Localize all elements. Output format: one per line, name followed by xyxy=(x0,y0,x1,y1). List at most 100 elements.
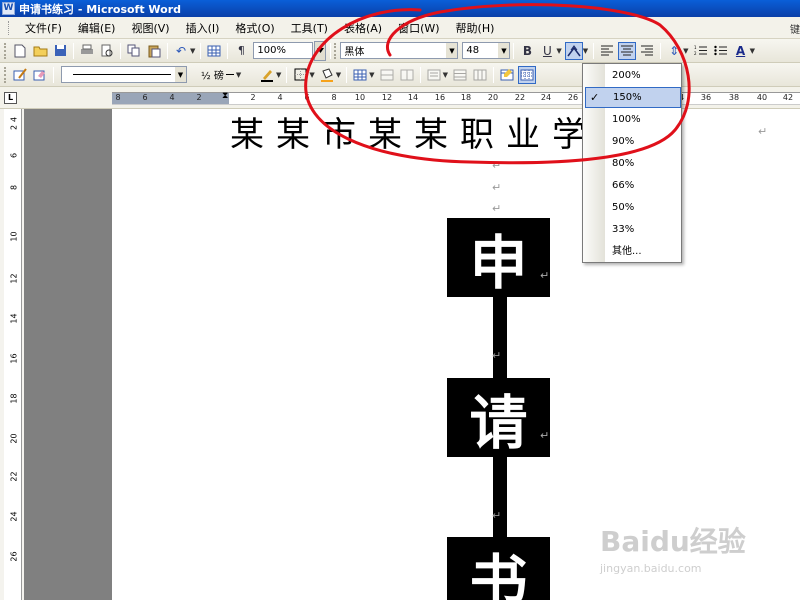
print-icon[interactable] xyxy=(78,42,96,60)
toolbar-grip-icon[interactable] xyxy=(4,42,7,59)
paragraph-mark: ↵ xyxy=(540,269,550,282)
menu-insert[interactable]: 插入(I) xyxy=(178,20,228,36)
line-spacing-dropdown-icon[interactable]: ▼ xyxy=(683,47,688,55)
align-cell-icon[interactable] xyxy=(425,66,443,84)
title-char-box[interactable]: 书 xyxy=(447,537,550,600)
title-char-box[interactable]: 申 xyxy=(447,218,550,297)
font-name-combo[interactable]: 黑体 ▼ xyxy=(340,42,459,59)
zoom-dropdown-button[interactable] xyxy=(314,40,327,61)
underline-button[interactable]: U xyxy=(538,42,556,60)
zoom-option-66[interactable]: 66% xyxy=(585,175,681,196)
line-weight-combo[interactable]: ½ 磅 ▼ xyxy=(201,67,257,83)
title-char-box[interactable]: 请 xyxy=(447,378,550,457)
bullets-icon[interactable] xyxy=(712,42,730,60)
zoom-option-200[interactable]: 200% xyxy=(585,65,681,86)
paste-icon[interactable] xyxy=(145,42,163,60)
border-color-icon[interactable] xyxy=(258,66,276,84)
split-cells-icon[interactable] xyxy=(398,66,416,84)
zoom-option-90[interactable]: 90% xyxy=(585,131,681,152)
chevron-down-icon[interactable]: ▼ xyxy=(446,43,458,58)
ruler-tick: 20 xyxy=(9,433,19,444)
line-weight-dash xyxy=(225,74,234,75)
svg-text:2: 2 xyxy=(694,51,697,56)
ruler-tick: 10 xyxy=(354,93,366,102)
menu-window[interactable]: 窗口(W) xyxy=(390,20,447,36)
ruler-tick: 20 xyxy=(487,93,499,102)
zoom-option-50[interactable]: 50% xyxy=(585,197,681,218)
toolbar-grip-icon[interactable] xyxy=(4,66,7,83)
ruler-tick: 14 xyxy=(9,313,19,324)
chevron-down-icon[interactable]: ▼ xyxy=(498,43,510,58)
zoom-option-80[interactable]: 80% xyxy=(585,153,681,174)
insert-table-icon[interactable] xyxy=(351,66,369,84)
bold-button[interactable]: B xyxy=(518,42,536,60)
ruler-tick: 6 xyxy=(9,152,19,159)
horizontal-ruler[interactable]: 8 6 4 2 ⧗ 2 4 6 8 10 12 14 16 18 20 22 2… xyxy=(112,91,800,105)
word-app-icon: W xyxy=(2,2,15,15)
menu-format[interactable]: 格式(O) xyxy=(227,20,282,36)
zoom-option-33[interactable]: 33% xyxy=(585,219,681,240)
menu-help[interactable]: 帮助(H) xyxy=(448,20,503,36)
line-spacing-icon[interactable]: ⇕ xyxy=(665,42,683,60)
eraser-icon[interactable] xyxy=(31,66,49,84)
menu-view[interactable]: 视图(V) xyxy=(123,20,177,36)
underline-dropdown-icon[interactable]: ▼ xyxy=(556,47,561,55)
chevron-down-icon[interactable]: ▼ xyxy=(175,67,186,82)
zoom-option-150[interactable]: ✓ 150% xyxy=(585,87,681,108)
border-color-dropdown-icon[interactable]: ▼ xyxy=(276,71,281,79)
align-center-icon[interactable] xyxy=(618,41,637,60)
chevron-down-icon[interactable]: ▼ xyxy=(236,71,241,79)
line-style-combo[interactable]: ▼ xyxy=(61,66,187,83)
insert-table-icon[interactable] xyxy=(205,42,223,60)
align-right-icon[interactable] xyxy=(638,42,656,60)
toolbar-grip-icon[interactable] xyxy=(334,42,337,59)
toolbar-grip-icon[interactable] xyxy=(8,20,11,35)
title-bar: W 申请书练习 - Microsoft Word xyxy=(0,0,800,17)
align-left-icon[interactable] xyxy=(598,42,616,60)
undo-dropdown-icon[interactable]: ▼ xyxy=(190,47,195,55)
ruler-tick: 6 xyxy=(142,93,148,102)
ruler-tick: 18 xyxy=(9,393,19,404)
border-dropdown-icon[interactable]: ▼ xyxy=(309,71,314,79)
ruler-tick: 24 xyxy=(540,93,552,102)
shading-dropdown-icon[interactable]: ▼ xyxy=(336,71,341,79)
new-document-icon[interactable] xyxy=(11,42,29,60)
outside-border-icon[interactable] xyxy=(291,66,309,84)
insert-table-dropdown-icon[interactable]: ▼ xyxy=(369,71,374,79)
menu-table[interactable]: 表格(A) xyxy=(336,20,390,36)
font-color-dropdown-icon[interactable]: ▼ xyxy=(750,47,755,55)
undo-icon[interactable]: ↶ xyxy=(172,42,190,60)
open-folder-icon[interactable] xyxy=(31,42,49,60)
distribute-rows-icon[interactable] xyxy=(451,66,469,84)
align-cell-dropdown-icon[interactable]: ▼ xyxy=(443,71,448,79)
print-preview-icon[interactable] xyxy=(98,42,116,60)
zoom-combo[interactable]: 100% xyxy=(253,42,314,59)
font-color-icon[interactable]: A xyxy=(732,42,750,60)
zoom-option-label: 66% xyxy=(612,180,635,191)
tab-selector-icon[interactable]: L xyxy=(4,92,17,104)
save-icon[interactable] xyxy=(51,42,69,60)
show-formatting-icon[interactable]: ¶ xyxy=(232,42,250,60)
vertical-ruler[interactable]: 4 2 6 8 10 12 14 16 18 20 22 24 26 xyxy=(4,109,22,600)
drawing-tool-icon[interactable] xyxy=(564,41,583,60)
ruler-tick: 16 xyxy=(434,93,446,102)
first-line-indent-marker[interactable]: ⧗ xyxy=(222,91,228,101)
draw-table-icon[interactable] xyxy=(11,66,29,84)
distribute-columns-icon[interactable] xyxy=(471,66,489,84)
font-size-combo[interactable]: 48 ▼ xyxy=(462,42,511,59)
table-autoformat-icon[interactable] xyxy=(498,66,516,84)
ruler-tick: 16 xyxy=(9,353,19,364)
menu-edit[interactable]: 编辑(E) xyxy=(70,20,124,36)
zoom-option-other[interactable]: 其他... xyxy=(585,241,681,262)
menu-file[interactable]: 文件(F) xyxy=(17,20,70,36)
menu-tools[interactable]: 工具(T) xyxy=(283,20,336,36)
merge-cells-icon[interactable] xyxy=(378,66,396,84)
ruler-tick: 36 xyxy=(700,93,712,102)
zoom-option-100[interactable]: 100% xyxy=(585,109,681,130)
show-gridlines-icon[interactable] xyxy=(517,65,536,84)
numbering-icon[interactable]: 12 xyxy=(692,42,710,60)
copy-icon[interactable] xyxy=(125,42,143,60)
drawing-tool-dropdown-icon[interactable]: ▼ xyxy=(583,47,588,55)
ruler-tick: 2 xyxy=(9,124,19,131)
shading-color-icon[interactable] xyxy=(318,66,336,84)
